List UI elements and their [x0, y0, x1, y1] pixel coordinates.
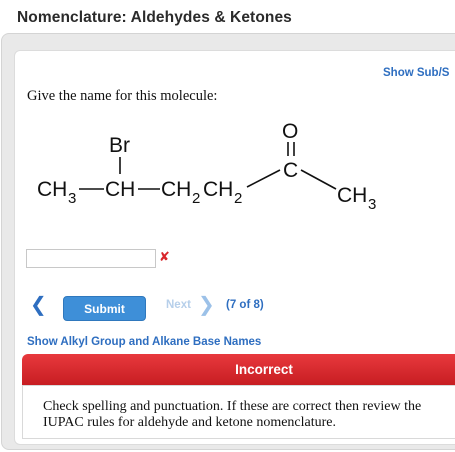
ch-label: CH: [105, 178, 135, 201]
bond-ch2-carbonyl: [246, 169, 281, 188]
ch2-second-subscript: 2: [234, 190, 242, 207]
chevron-right-icon[interactable]: ❯: [198, 292, 215, 316]
incorrect-label: Incorrect: [235, 362, 293, 377]
oxygen-label: O: [282, 120, 298, 143]
error-x-icon: ✘: [159, 250, 170, 265]
show-sub-link[interactable]: Show Sub/S: [383, 67, 449, 79]
ch2-first-subscript: 2: [192, 190, 200, 207]
feedback-message: Check spelling and punctuation. If these…: [43, 399, 422, 430]
ch2-first-label: CH: [161, 178, 191, 201]
chevron-left-icon[interactable]: ❮: [30, 292, 47, 316]
ch3-left-label: CH: [37, 178, 67, 201]
progress-indicator: (7 of 8): [226, 299, 264, 311]
ch3-left-subscript: 3: [68, 190, 76, 207]
ch3-right-subscript: 3: [368, 196, 376, 213]
answer-input[interactable]: [26, 249, 156, 268]
next-link[interactable]: Next: [166, 299, 191, 311]
carbonyl-carbon-label: C: [283, 159, 298, 182]
submit-button[interactable]: Submit: [63, 296, 146, 321]
page-title: Nomenclature: Aldehydes & Ketones: [17, 9, 292, 26]
show-alkyl-names-link[interactable]: Show Alkyl Group and Alkane Base Names: [27, 336, 261, 348]
question-prompt: Give the name for this molecule:: [27, 88, 218, 104]
ch3-right-label: CH: [337, 184, 367, 207]
molecule-structure: Br O C CH 3 CH CH 2 CH 2 CH 3: [37, 120, 376, 213]
bromine-label: Br: [109, 134, 130, 157]
bond-carbonyl-ch3: [300, 169, 337, 190]
ch2-second-label: CH: [203, 178, 233, 201]
incorrect-banner: Incorrect: [22, 354, 455, 385]
